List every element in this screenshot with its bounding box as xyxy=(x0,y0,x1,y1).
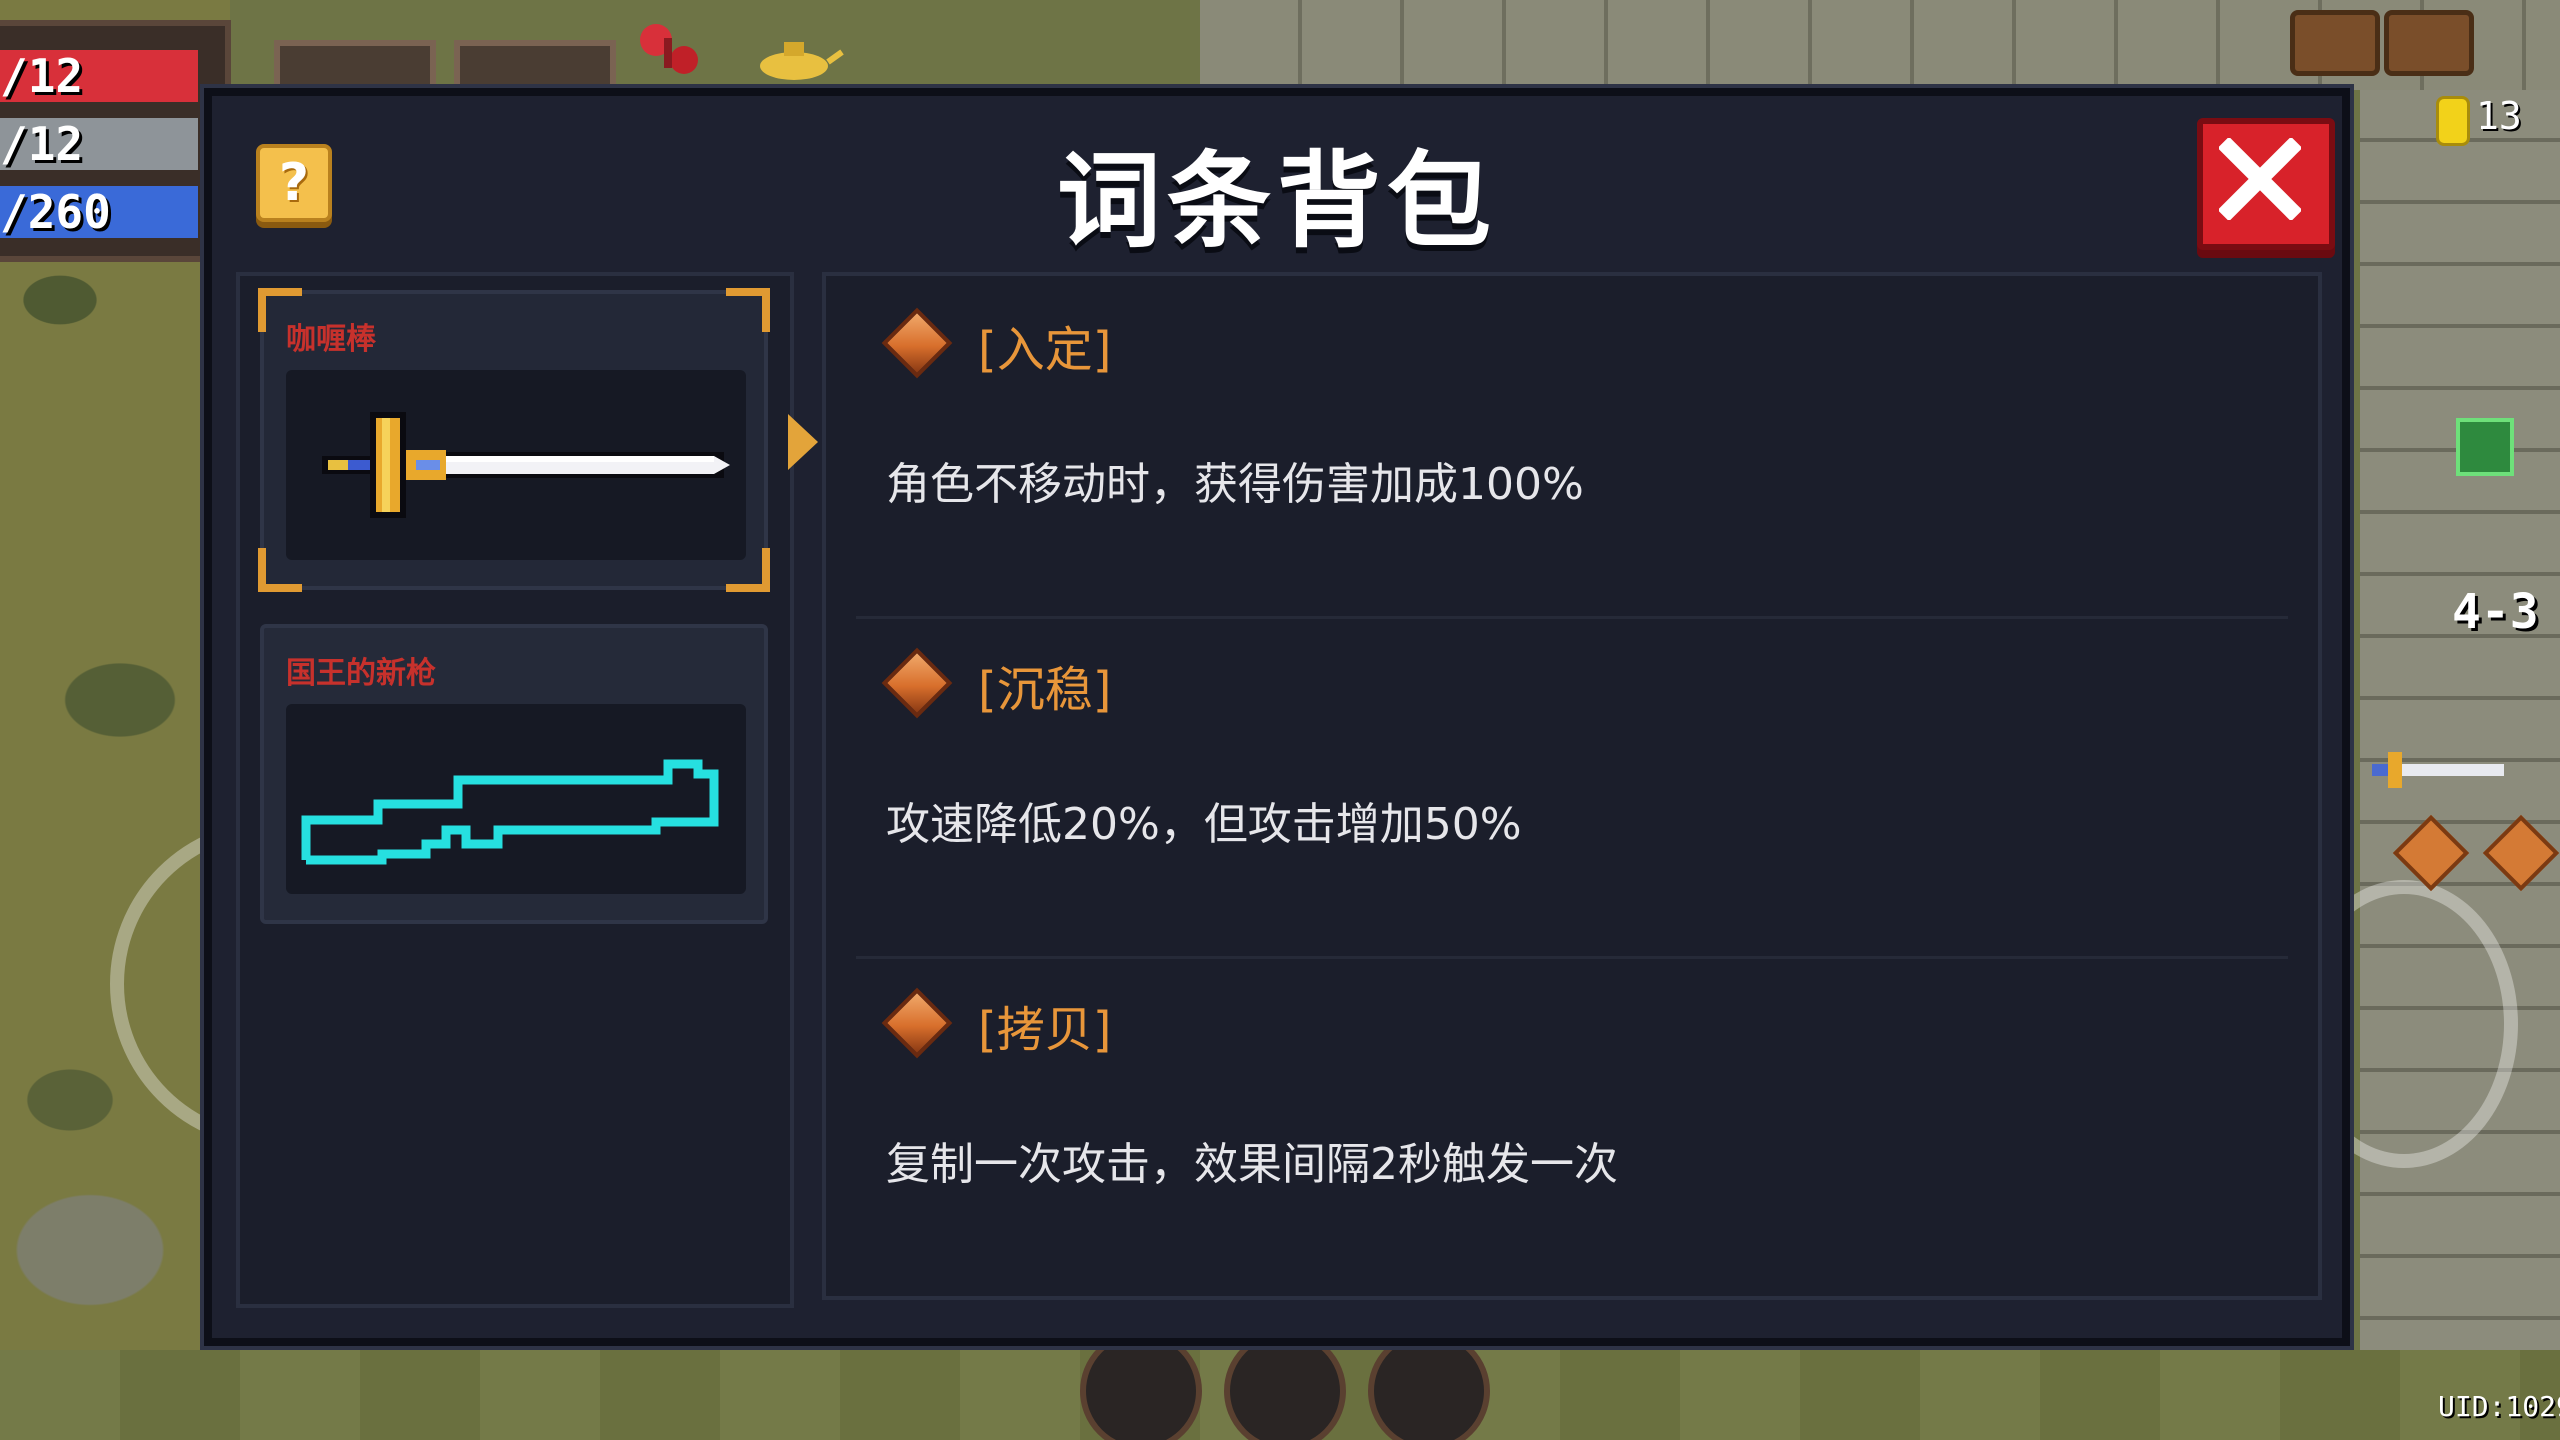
status-bars-panel: /12 /12 /260 xyxy=(0,20,231,262)
selection-corner xyxy=(726,288,770,332)
energy-bar: /260 xyxy=(0,186,198,238)
affix-list: [入定] 角色不移动时，获得伤害加成100% [沉稳] 攻速降低20%，但攻击增… xyxy=(822,272,2322,1300)
weapon-name: 国王的新枪 xyxy=(286,656,436,691)
affix-description: 攻速降低20%，但攻击增加50% xyxy=(886,799,1522,850)
close-x-icon xyxy=(2219,138,2301,220)
chest-icon[interactable] xyxy=(2384,10,2474,76)
affix-description: 复制一次攻击，效果间隔2秒触发一次 xyxy=(886,1139,1618,1190)
armor-bar: /12 xyxy=(0,118,198,170)
affix-name: [沉稳] xyxy=(978,662,1112,718)
hp-text: /12 xyxy=(0,49,84,103)
skill-button[interactable] xyxy=(1368,1330,1490,1440)
energy-text: /260 xyxy=(0,185,111,239)
weapon-card[interactable]: 国王的新枪 xyxy=(260,624,768,924)
gem-icon xyxy=(881,307,953,379)
selection-arrow-icon xyxy=(788,414,818,470)
weapon-name: 咖喱棒 xyxy=(286,322,376,357)
magic-lamp-icon xyxy=(744,28,844,88)
affix-entry: [拷贝] 复制一次攻击，效果间隔2秒触发一次 xyxy=(826,956,2318,1296)
chest-icon[interactable] xyxy=(2290,10,2380,76)
affix-entry: [沉稳] 攻速降低20%，但攻击增加50% xyxy=(826,616,2318,956)
sword-icon xyxy=(322,412,730,518)
red-flower-icon xyxy=(636,20,706,80)
coin-icon xyxy=(2436,96,2470,146)
affix-description: 角色不移动时，获得伤害加成100% xyxy=(886,459,1584,510)
rifle-outline-icon xyxy=(301,759,719,865)
skill-button[interactable] xyxy=(1224,1330,1346,1440)
affix-name: [拷贝] xyxy=(978,1002,1112,1058)
skill-button[interactable] xyxy=(1080,1330,1202,1440)
weapon-image-frame xyxy=(286,704,746,894)
dialog-title: 词条背包 xyxy=(1056,140,1497,262)
affix-backpack-dialog: ? 词条背包 咖喱棒 国王的新枪 [入定] 角色不移动时，获得伤害加成100% … xyxy=(204,88,2350,1346)
armor-text: /12 xyxy=(0,117,84,171)
minimap-room-icon xyxy=(2456,418,2514,476)
weapon-image-frame xyxy=(286,370,746,560)
coin-count: 13 xyxy=(2476,94,2522,138)
user-id: UID:1029 xyxy=(2438,1390,2560,1423)
weapon-card-selected[interactable]: 咖喱棒 xyxy=(258,288,770,592)
gem-icon xyxy=(881,987,953,1059)
hp-bar: /12 xyxy=(0,50,198,102)
affix-name: [入定] xyxy=(978,322,1112,378)
gem-icon xyxy=(881,647,953,719)
close-button[interactable] xyxy=(2197,118,2335,250)
level-indicator: 4-3 xyxy=(2452,584,2539,640)
affix-entry: [入定] 角色不移动时，获得伤害加成100% xyxy=(826,276,2318,616)
weapon-list: 咖喱棒 国王的新枪 xyxy=(236,272,794,1308)
equipped-weapon-icon[interactable] xyxy=(2360,748,2510,792)
